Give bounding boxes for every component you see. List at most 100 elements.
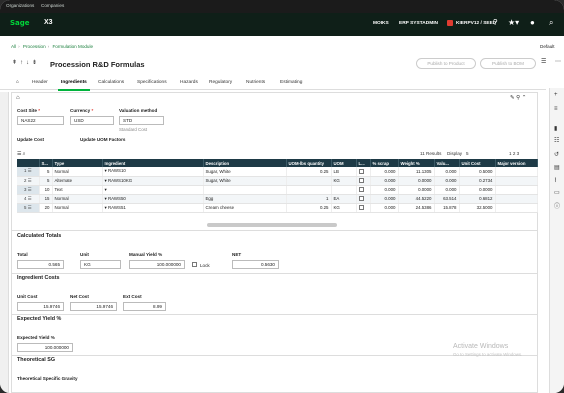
update-cost-button[interactable]: Update Cost bbox=[17, 137, 44, 142]
unit-cost-cell[interactable]: 0.6812 bbox=[459, 194, 496, 204]
col-header-unit-cost[interactable]: Unit Cost bbox=[459, 159, 496, 167]
grid-menu-icon[interactable]: ☰ ⌕ bbox=[17, 151, 25, 157]
more-options-icon[interactable]: ⋯ bbox=[555, 58, 561, 65]
major-version-cell[interactable] bbox=[495, 194, 538, 204]
valu-cell[interactable]: 0.000 bbox=[434, 176, 460, 186]
ingredient-cell[interactable]: ▾ RAWS50 bbox=[102, 194, 204, 204]
col-header-qty[interactable]: UOM-lbs quantity bbox=[286, 159, 332, 167]
total-field[interactable]: 0.565 bbox=[17, 260, 64, 269]
table-row[interactable]: 5 ☰ 20 Normal ▾ RAWS51 Cream cheese 0.25… bbox=[17, 203, 538, 213]
major-version-cell[interactable] bbox=[495, 167, 538, 177]
weight-cell[interactable]: 0.0000 bbox=[398, 176, 435, 186]
delete-icon[interactable]: ▮ bbox=[554, 125, 557, 132]
seq-cell[interactable]: 20 bbox=[39, 203, 53, 213]
user-selector[interactable]: KIERPV12 / SEED bbox=[456, 21, 496, 26]
uom-cell[interactable] bbox=[331, 185, 357, 195]
folder-selector[interactable]: MOIKS bbox=[373, 21, 389, 26]
tab-specifications[interactable]: Specifications bbox=[137, 80, 167, 85]
weight-cell[interactable]: 44.5220 bbox=[398, 194, 435, 204]
currency-field[interactable]: USD bbox=[70, 116, 114, 125]
qty-cell[interactable]: 1 bbox=[286, 194, 332, 204]
type-cell[interactable]: Text bbox=[52, 185, 103, 195]
type-cell[interactable]: Normal bbox=[52, 167, 103, 177]
description-cell[interactable]: Cream cheese bbox=[203, 203, 287, 213]
refresh-icon[interactable]: ↺ bbox=[554, 151, 559, 158]
table-row[interactable]: 1 ☰ 5 Normal ▾ RAWS10 Sugar, White 0.25 … bbox=[17, 167, 538, 177]
col-header-valu[interactable]: Valu... bbox=[434, 159, 460, 167]
uom-cell[interactable]: LB bbox=[331, 167, 357, 177]
col-header-major-version[interactable]: Major version bbox=[495, 159, 538, 167]
ingredient-cell[interactable]: ▾ RAWS51 bbox=[102, 203, 204, 213]
unit-cost-cell[interactable]: 0.5000 bbox=[459, 167, 496, 177]
qty-cell[interactable] bbox=[286, 185, 332, 195]
col-header-seq[interactable]: S... bbox=[39, 159, 53, 167]
uom-cell[interactable]: KG bbox=[331, 203, 357, 213]
table-row[interactable]: 4 ☰ 15 Normal ▾ RAWS50 Egg 1 EA 0.000 44… bbox=[17, 194, 538, 204]
company-selector[interactable]: ERP SYSTADMIN bbox=[399, 21, 438, 26]
favorites-icon[interactable]: ★▾ bbox=[508, 18, 519, 27]
tab-calculations[interactable]: Calculations bbox=[98, 80, 124, 85]
add-icon[interactable]: + bbox=[554, 92, 558, 98]
breadcrumb-procession[interactable]: Procession bbox=[23, 44, 46, 49]
cost-site-field[interactable]: NAS22 bbox=[17, 116, 64, 125]
description-cell[interactable]: Sugar, White bbox=[203, 176, 287, 186]
weight-cell[interactable]: 0.0000 bbox=[398, 185, 435, 195]
scrap-cell[interactable]: 0.000 bbox=[370, 203, 399, 213]
scrap-cell[interactable]: 0.000 bbox=[370, 194, 399, 204]
checkbox[interactable] bbox=[358, 178, 364, 184]
tasks-icon[interactable]: ☷ bbox=[554, 137, 559, 144]
description-cell[interactable] bbox=[203, 185, 287, 195]
qty-cell[interactable]: 0.25 bbox=[286, 203, 332, 213]
companies-link[interactable]: Companies bbox=[41, 3, 64, 8]
scrap-cell[interactable]: 0.000 bbox=[370, 176, 399, 186]
ext-cost-field[interactable]: 8.99 bbox=[123, 302, 166, 311]
ingredient-cell[interactable]: ▾ RAWS10 bbox=[102, 167, 204, 177]
scrap-cell[interactable]: 0.000 bbox=[370, 167, 399, 177]
seq-cell[interactable]: 15 bbox=[39, 194, 53, 204]
breadcrumb-all[interactable]: All bbox=[11, 44, 16, 49]
table-row[interactable]: 3 ☰ 10 Text ▾ 0.000 0.0000 0.000 0.0000 bbox=[17, 185, 538, 195]
manual-yield-field[interactable]: 100.000000 bbox=[129, 260, 185, 269]
description-cell[interactable]: Sugar, White bbox=[203, 167, 287, 177]
tab-regulatory[interactable]: Regulatory bbox=[209, 80, 232, 85]
unit-cost-field[interactable]: 15.9746 bbox=[17, 302, 64, 311]
uom-cell[interactable]: EA bbox=[331, 194, 357, 204]
grid-pagination[interactable]: 1 2 3 bbox=[509, 151, 519, 156]
major-version-cell[interactable] bbox=[495, 176, 538, 186]
valu-cell[interactable]: 0.000 bbox=[434, 167, 460, 177]
col-header-scrap[interactable]: % scrap bbox=[370, 159, 399, 167]
publish-to-bom-button[interactable]: Publish to BOM bbox=[480, 58, 536, 69]
col-header-description[interactable]: Description bbox=[203, 159, 287, 167]
organizations-link[interactable]: Organizations bbox=[6, 3, 34, 8]
unit-cost-cell[interactable]: 0.2734 bbox=[459, 176, 496, 186]
unit-field[interactable]: KG bbox=[80, 260, 121, 269]
valu-cell[interactable]: 0.000 bbox=[434, 185, 460, 195]
lock-checkbox[interactable] bbox=[192, 262, 197, 267]
checkbox[interactable] bbox=[358, 168, 364, 174]
display-count-selector[interactable]: 5 bbox=[466, 151, 469, 156]
sage-logo[interactable]: Sage bbox=[10, 19, 30, 27]
checkbox[interactable] bbox=[358, 205, 364, 211]
publish-to-product-button[interactable]: Publish to Product bbox=[416, 58, 476, 69]
menu-icon[interactable]: ☰ bbox=[541, 58, 546, 65]
checkbox[interactable] bbox=[358, 196, 364, 202]
section-tool-icons[interactable]: ✎ ⚲ ⌃ bbox=[510, 95, 526, 101]
description-cell[interactable]: Egg bbox=[203, 194, 287, 204]
tab-estimating[interactable]: Estimating bbox=[280, 80, 302, 85]
type-cell[interactable]: Normal bbox=[52, 194, 103, 204]
tab-hazards[interactable]: Hazards bbox=[180, 80, 198, 85]
weight-cell[interactable]: 24.5386 bbox=[398, 203, 435, 213]
print-icon[interactable]: ▤ bbox=[554, 164, 560, 171]
ingredient-cell[interactable]: ▾ bbox=[102, 185, 204, 195]
valu-cell[interactable]: 63.514 bbox=[434, 194, 460, 204]
expected-yield-field[interactable]: 100.000000 bbox=[17, 343, 73, 352]
home-icon[interactable]: ⌂ bbox=[16, 80, 19, 85]
unit-cost-cell[interactable]: 0.0000 bbox=[459, 185, 496, 195]
col-header-weight[interactable]: Weight % bbox=[398, 159, 435, 167]
list-icon[interactable]: ≡ bbox=[554, 106, 558, 112]
tab-header[interactable]: Header bbox=[32, 80, 48, 85]
l-cell[interactable] bbox=[356, 185, 371, 195]
default-layout-selector[interactable]: Default bbox=[540, 44, 555, 49]
attachment-icon[interactable]: ⌇ bbox=[554, 177, 557, 184]
net-field[interactable]: 0.5630 bbox=[232, 260, 279, 269]
